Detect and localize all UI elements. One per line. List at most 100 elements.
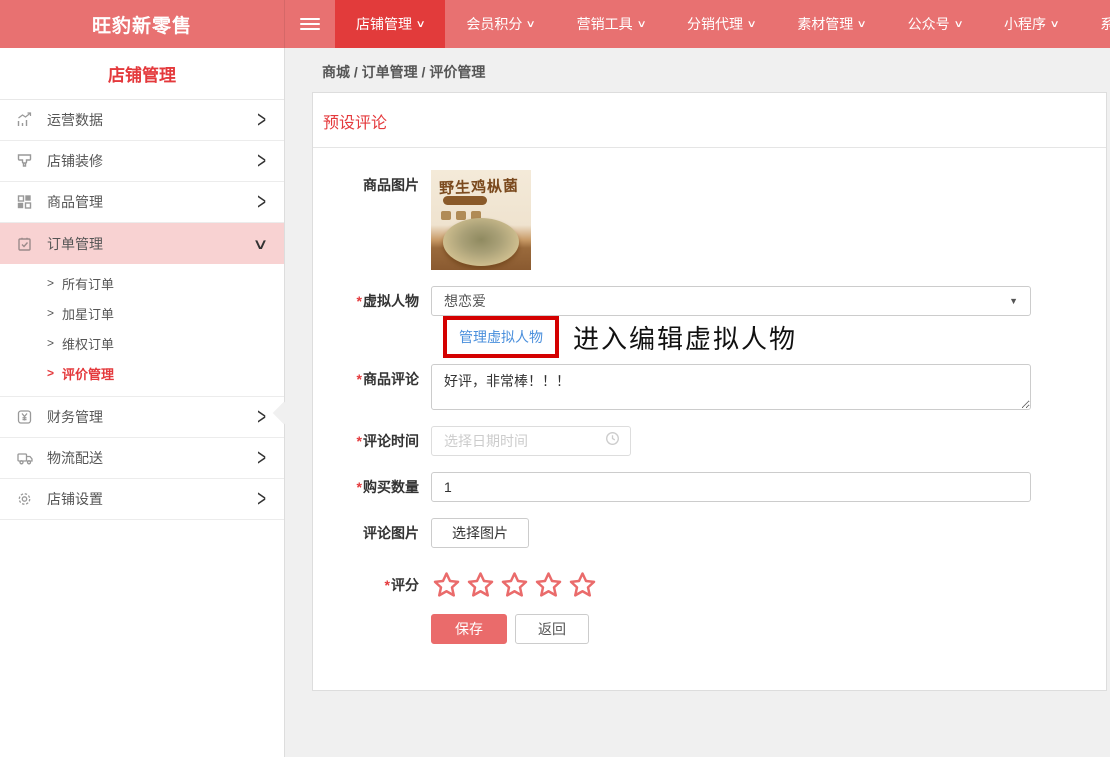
- comment-time-input[interactable]: 选择日期时间: [431, 426, 631, 456]
- sidebar-title: 店铺管理: [0, 48, 284, 100]
- virtual-person-value: 想恋爱: [444, 291, 1009, 311]
- sidebar-item-finance-manage[interactable]: 财务管理 >: [0, 397, 284, 438]
- preset-review-form: 商品图片 野生鸡枞菌 *虚拟人物 想恋爱 ▼: [313, 148, 1106, 690]
- star-icon[interactable]: [465, 570, 496, 600]
- star-icon[interactable]: [431, 570, 462, 600]
- chevron-right-icon: >: [257, 485, 266, 512]
- chevron-down-icon: ∨: [1050, 19, 1060, 30]
- product-comment-row: *商品评论 好评，非常棒！！！: [323, 364, 1106, 410]
- product-image[interactable]: 野生鸡枞菌: [431, 170, 531, 270]
- manage-virtual-person-row: 管理虚拟人物 进入编辑虚拟人物: [443, 316, 1106, 358]
- virtual-person-select[interactable]: 想恋爱 ▼: [431, 286, 1031, 316]
- nav-item-material-manage[interactable]: 素材管理 ∨: [776, 0, 886, 48]
- nav-item-system-manage[interactable]: 系统管理 ∨: [1079, 0, 1110, 48]
- sidebar-item-product-manage[interactable]: 商品管理 >: [0, 182, 284, 223]
- actions-row: 保存 返回: [323, 614, 1106, 644]
- annotation-highlight-box: 管理虚拟人物: [443, 316, 559, 358]
- chevron-right-icon: >: [47, 336, 54, 350]
- star-icon[interactable]: [499, 570, 530, 600]
- truck-icon: [16, 450, 38, 466]
- chevron-down-icon: ∨: [416, 19, 426, 30]
- sidebar-item-operation-data[interactable]: 运营数据 >: [0, 100, 284, 141]
- virtual-person-label: 虚拟人物: [363, 293, 419, 309]
- yuan-icon: [16, 409, 38, 425]
- comment-time-placeholder: 选择日期时间: [444, 431, 605, 451]
- menu-toggle-button[interactable]: [285, 0, 335, 48]
- nav-item-mini-program[interactable]: 小程序 ∨: [983, 0, 1079, 48]
- purchase-quantity-input[interactable]: [431, 472, 1031, 502]
- chevron-down-icon: ∨: [747, 19, 757, 30]
- top-nav-menu: 店铺管理 ∨ 会员积分 ∨ 营销工具 ∨ 分销代理 ∨ 素材管理 ∨ 公众号 ∨…: [335, 0, 1110, 48]
- product-comment-textarea[interactable]: 好评，非常棒！！！: [431, 364, 1031, 410]
- chart-icon: [16, 112, 38, 128]
- chevron-right-icon: >: [47, 306, 54, 320]
- sidebar-subitem-starred-orders[interactable]: > 加星订单: [0, 298, 284, 328]
- product-image-row: 商品图片 野生鸡枞菌: [323, 170, 1106, 270]
- sidebar-item-logistics[interactable]: 物流配送 >: [0, 438, 284, 479]
- sidebar-item-order-manage[interactable]: 订单管理 ∨: [0, 223, 284, 264]
- required-asterisk: *: [357, 293, 362, 309]
- top-navbar: 旺豹新零售 店铺管理 ∨ 会员积分 ∨ 营销工具 ∨ 分销代理 ∨ 素材管理 ∨…: [0, 0, 1110, 48]
- purchase-quantity-row: *购买数量: [323, 472, 1106, 502]
- hamburger-icon: [300, 15, 320, 33]
- product-image-title: 野生鸡枞菌: [439, 175, 520, 199]
- product-comment-label: 商品评论: [363, 371, 419, 387]
- chevron-right-icon: >: [257, 106, 266, 133]
- rating-row: *评分: [323, 570, 1106, 600]
- sidebar-item-shop-settings[interactable]: 店铺设置 >: [0, 479, 284, 520]
- chevron-right-icon: >: [257, 147, 266, 174]
- chevron-down-icon: ∨: [953, 19, 963, 30]
- sidebar-subitem-review-manage[interactable]: > 评价管理: [0, 358, 284, 388]
- save-button[interactable]: 保存: [431, 614, 507, 644]
- annotation-text: 进入编辑虚拟人物: [573, 319, 797, 356]
- nav-item-member-points[interactable]: 会员积分 ∨: [445, 0, 555, 48]
- sidebar-subitem-all-orders[interactable]: > 所有订单: [0, 268, 284, 298]
- purchase-quantity-label: 购买数量: [363, 479, 419, 495]
- grid-icon: [16, 194, 38, 210]
- main-content: 商城 / 订单管理 / 评价管理 预设评论 商品图片 野生鸡枞菌 *虚拟人物: [285, 48, 1110, 757]
- back-button[interactable]: 返回: [515, 614, 589, 644]
- manage-virtual-person-link[interactable]: 管理虚拟人物: [459, 329, 543, 345]
- required-asterisk: *: [357, 479, 362, 495]
- brand-logo: 旺豹新零售: [0, 0, 285, 48]
- required-asterisk: *: [385, 577, 390, 593]
- virtual-person-row: *虚拟人物 想恋爱 ▼: [323, 286, 1106, 316]
- chevron-right-icon: >: [257, 188, 266, 215]
- chevron-down-icon: ∨: [252, 235, 268, 253]
- chevron-right-icon: >: [47, 366, 54, 380]
- required-asterisk: *: [357, 433, 362, 449]
- chevron-down-icon: ∨: [526, 19, 536, 30]
- comment-images-row: 评论图片 选择图片: [323, 518, 1106, 548]
- nav-item-official-account[interactable]: 公众号 ∨: [887, 0, 983, 48]
- product-image-plate: [443, 218, 519, 266]
- product-image-label: 商品图片: [363, 177, 419, 193]
- preset-review-panel: 预设评论 商品图片 野生鸡枞菌 *虚拟人物: [312, 92, 1107, 691]
- clipboard-icon: [16, 236, 38, 252]
- nav-item-distribution-agent[interactable]: 分销代理 ∨: [666, 0, 776, 48]
- product-image-ribbon: [443, 196, 487, 205]
- nav-item-marketing-tools[interactable]: 营销工具 ∨: [556, 0, 666, 48]
- brush-icon: [16, 153, 38, 169]
- gear-icon: [16, 491, 38, 507]
- select-arrow-icon: ▼: [1009, 296, 1018, 306]
- star-icon[interactable]: [533, 570, 564, 600]
- sidebar-subitem-rights-orders[interactable]: > 维权订单: [0, 328, 284, 358]
- panel-title: 预设评论: [313, 93, 1106, 148]
- chevron-right-icon: >: [47, 276, 54, 290]
- sidebar-item-shop-decoration[interactable]: 店铺装修 >: [0, 141, 284, 182]
- breadcrumb: 商城 / 订单管理 / 评价管理: [322, 62, 1110, 82]
- clock-icon: [605, 431, 620, 451]
- nav-item-shop-manage[interactable]: 店铺管理 ∨: [335, 0, 445, 48]
- comment-time-label: 评论时间: [363, 433, 419, 449]
- chevron-down-icon: ∨: [857, 19, 867, 30]
- star-rating: [431, 570, 598, 600]
- required-asterisk: *: [357, 371, 362, 387]
- comment-images-label: 评论图片: [363, 525, 419, 541]
- star-icon[interactable]: [567, 570, 598, 600]
- choose-image-button[interactable]: 选择图片: [431, 518, 529, 548]
- chevron-right-icon: >: [257, 444, 266, 471]
- comment-time-row: *评论时间 选择日期时间: [323, 426, 1106, 456]
- rating-label: 评分: [391, 577, 419, 593]
- chevron-right-icon: >: [257, 403, 266, 430]
- sidebar: 店铺管理 运营数据 > 店铺装修 > 商品管理 >: [0, 48, 285, 757]
